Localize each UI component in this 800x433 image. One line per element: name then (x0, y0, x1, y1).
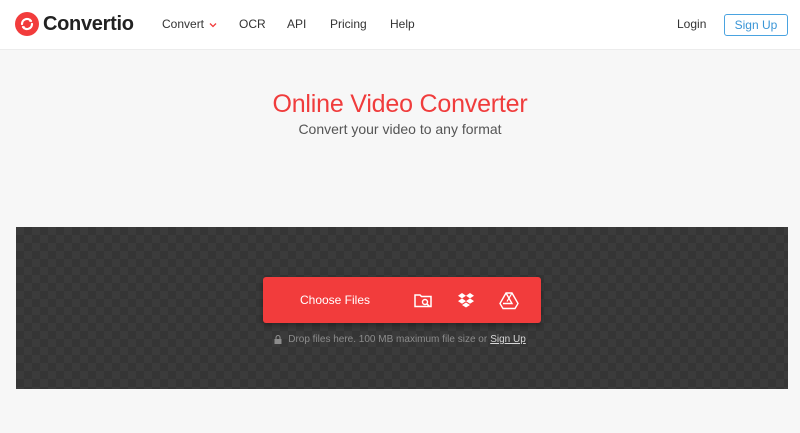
nav-pricing-label: Pricing (330, 17, 367, 31)
nav-api-label: API (287, 17, 307, 31)
lock-icon (274, 335, 282, 344)
upload-hint: Drop files here. 100 MB maximum file siz… (0, 334, 800, 345)
top-navbar: Convertio Convert OCR API Pricing Help L… (0, 0, 800, 50)
dropbox-icon[interactable] (456, 290, 476, 310)
convertio-logo-icon (15, 12, 39, 36)
choose-files-button[interactable]: Choose Files (263, 277, 407, 323)
convertio-logo[interactable]: Convertio (15, 12, 134, 36)
brand-name: Convertio (43, 12, 134, 35)
upload-hint-text: Drop files here. 100 MB maximum file siz… (288, 334, 488, 345)
google-drive-icon[interactable] (499, 290, 519, 310)
chevron-down-icon (209, 22, 217, 27)
nav-ocr[interactable]: OCR (239, 17, 266, 31)
nav-convert-label: Convert (162, 17, 205, 31)
login-link[interactable]: Login (677, 17, 706, 31)
nav-api[interactable]: API (287, 17, 306, 31)
nav-pricing[interactable]: Pricing (330, 17, 367, 31)
page-subtitle: Convert your video to any format (298, 121, 502, 137)
nav-help[interactable]: Help (390, 17, 415, 31)
signup-button[interactable]: Sign Up (724, 14, 788, 36)
folder-search-icon[interactable] (413, 290, 433, 310)
nav-ocr-label: OCR (239, 17, 266, 31)
upload-button-group: Choose Files (263, 277, 541, 323)
page-title: Online Video Converter (272, 90, 528, 118)
nav-help-label: Help (390, 17, 415, 31)
hint-signup-link[interactable]: Sign Up (490, 334, 526, 345)
nav-convert[interactable]: Convert (162, 17, 218, 31)
